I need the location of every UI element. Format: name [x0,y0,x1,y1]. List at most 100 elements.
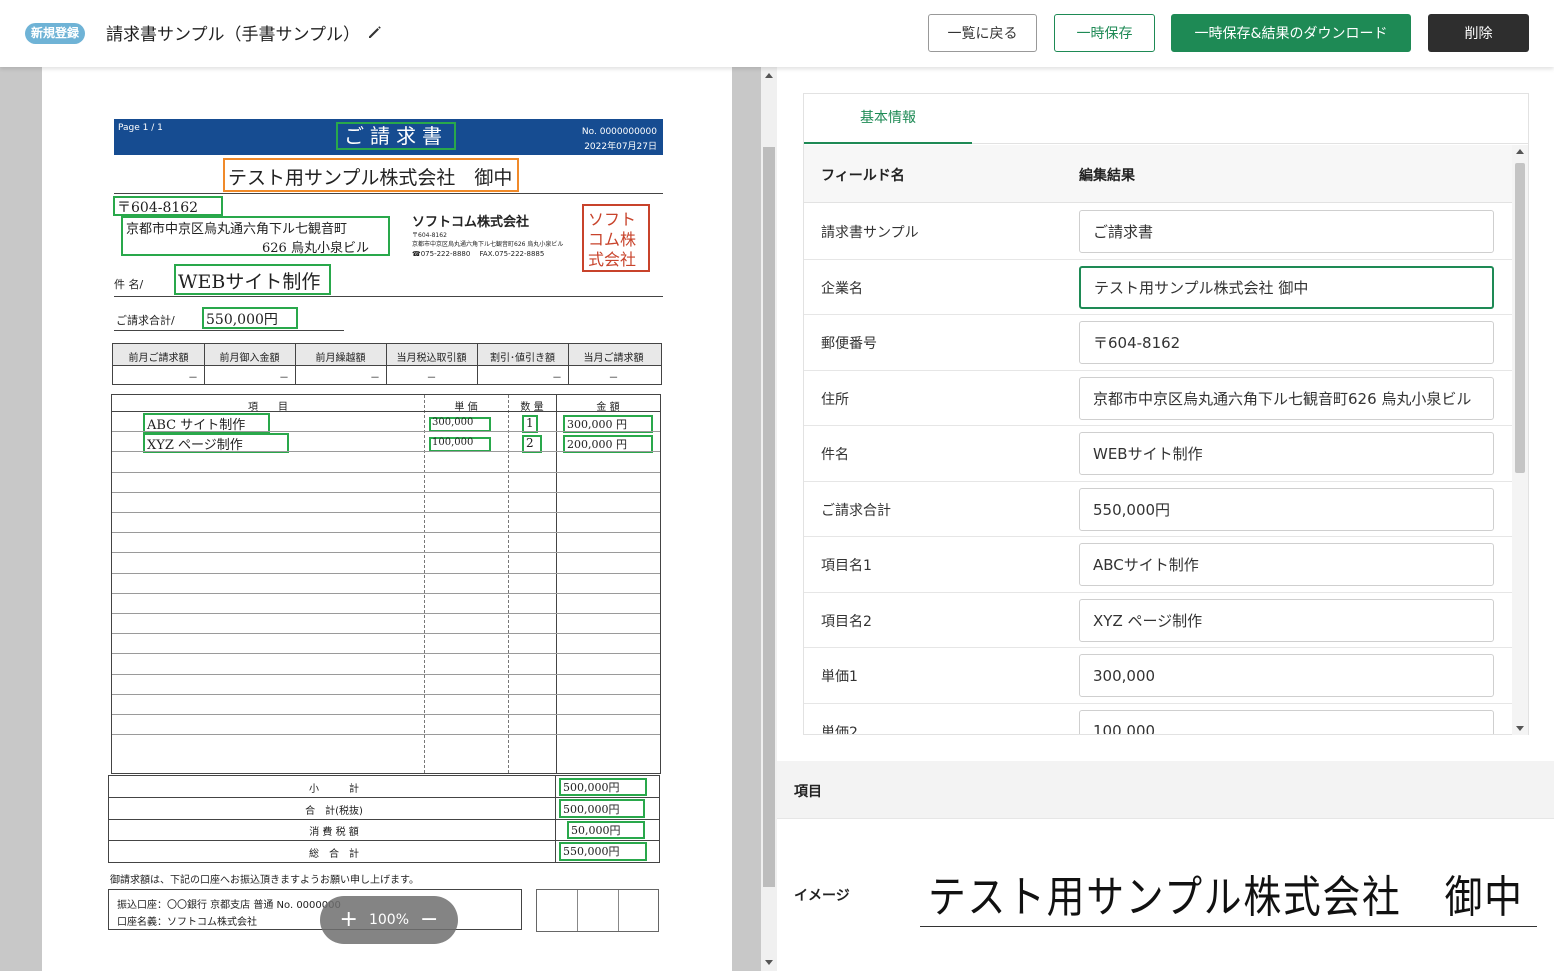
divider [114,330,344,331]
delete-button[interactable]: 削除 [1428,14,1529,52]
item2-qty-handwritten: 2 [526,436,534,450]
field-value-input[interactable] [1079,598,1494,642]
subtotal-label: 小 計 [309,784,359,795]
field-name-header: フィールド名 [821,168,905,184]
field-value-input[interactable] [1079,265,1494,309]
row-divider [112,532,660,534]
pencil-edit-icon[interactable] [367,24,383,40]
fields-card: 基本情報 フィールド名 編集結果 請求書サンプル 企業名 郵便番号 住所 件名 … [803,93,1529,735]
row-divider [112,693,660,695]
field-value-input[interactable] [1079,210,1494,253]
scrollbar-thumb[interactable] [763,147,775,887]
field-name: 件名 [821,447,849,463]
field-value-input[interactable] [1079,654,1494,697]
total-excl-tax-label: 合 計(税抜) [305,806,363,817]
row-divider [112,552,660,554]
field-value-input[interactable] [1079,487,1494,531]
back-to-list-button[interactable]: 一覧に戻る [928,14,1037,52]
grand-total-label: 総 合 計 [309,849,359,860]
field-value-input[interactable] [1079,543,1494,586]
summary-value-cell: － [370,373,380,384]
item2-name-handwritten: XYZ ページ制作 [147,438,243,453]
divider [114,193,663,194]
zoom-control: + 100% − [320,896,458,944]
tax-label: 消 費 税 額 [309,827,359,838]
row-divider [112,471,660,473]
viewer-scrollbar[interactable] [761,67,777,971]
issuer-name: ソフトコム株式会社 [412,215,530,230]
image-label: イメージ [794,888,850,904]
tax-handwritten: 50,000円 [571,824,621,837]
document-viewer[interactable]: Page 1 / 1 ご請求書 No. 0000000000 2022年07月2… [0,67,777,971]
issuer-postal: 〒604-8162 [412,232,447,239]
document-title: 請求書サンプル（手書サンプル） [106,25,360,45]
row-divider [109,819,659,820]
item2-amount-handwritten: 200,000 円 [567,438,627,451]
zoom-out-button[interactable]: − [420,909,438,931]
scroll-up-arrow-icon[interactable] [765,73,773,78]
scroll-down-arrow-icon[interactable] [765,960,773,965]
fields-scrollbar[interactable] [1512,145,1528,735]
tab-basic-info[interactable]: 基本情報 [804,94,972,144]
total-excl-tax-handwritten: 500,000円 [563,803,620,816]
row-divider [112,714,660,715]
scroll-down-arrow-icon[interactable] [1516,726,1524,731]
save-and-download-button[interactable]: 一時保存&結果のダウンロード [1171,14,1411,52]
cell-divider [386,344,387,384]
row-divider [112,653,660,655]
cell-divider [477,344,478,384]
row-divider [112,512,660,513]
temporary-save-button[interactable]: 一時保存 [1054,14,1155,52]
field-name: 郵便番号 [821,336,877,352]
field-name: 項目名1 [821,558,872,574]
field-name: 単価1 [821,669,858,685]
cell-divider [295,344,296,384]
field-name: 企業名 [821,280,863,297]
scroll-up-arrow-icon[interactable] [1516,149,1524,154]
seal-lettering: ソフトコム株式会社 [588,210,637,269]
item1-qty-handwritten: 1 [526,416,534,430]
crop-text-right: 御中 [1444,872,1524,923]
row-divider [112,572,660,574]
subject-label: 件 名/ [114,278,144,291]
item2-price-handwritten: 100,000 [432,437,474,448]
item1-price-handwritten: 300,000 [432,417,474,428]
summary-header-cell: 当月ご請求額 [583,353,644,364]
scrollbar-thumb[interactable] [1515,163,1525,473]
address-line2-handwritten: 626 烏丸小泉ビル [262,241,369,256]
row-divider [112,633,660,635]
cell-divider [204,344,205,384]
table-row: ご請求合計 [804,482,1512,537]
grand-total-handwritten: 550,000円 [563,845,620,858]
row-divider [112,431,660,433]
issuer-address: 京都市中京区烏丸通六角下ル七観音町626 烏丸小泉ビル [412,241,564,248]
invoice-title: ご請求書 [336,122,456,150]
invoice-number: No. 0000000000 [581,127,657,137]
field-name: 住所 [821,391,849,408]
item-section-header: 項目 [777,761,1554,819]
field-value-input[interactable] [1079,321,1494,364]
page-indicator: Page 1 / 1 [118,123,163,133]
postal-handwritten: 〒604-8162 [117,200,199,216]
invoice-number-date: No. 0000000000 2022年07月27日 [582,125,657,155]
crop-text-left: テスト用サンプル株式会社 [928,872,1402,923]
zoom-in-button[interactable]: + [340,909,358,931]
cell-divider [618,890,619,931]
field-value-input[interactable] [1079,376,1494,420]
summary-header-cell: 割引･値引き額 [490,353,555,364]
items-table: 項 目 単 価 数 量 金 額 ABC サイト制作 300,000 1 300,… [111,394,661,774]
fields-table-header: フィールド名 編集結果 [804,145,1512,203]
table-row: 単価1 [804,648,1512,704]
item1-name-handwritten: ABC サイト制作 [147,418,246,433]
row-divider [112,592,660,594]
field-value-input[interactable] [1079,709,1494,734]
row-divider [112,673,660,675]
account-holder: 口座名義：ソフトコム株式会社 [117,917,257,928]
field-value-input[interactable] [1079,432,1494,475]
row-divider [112,451,660,453]
row-divider [112,734,660,736]
field-name: 請求書サンプル [821,225,919,241]
field-name: ご請求合計 [821,502,891,519]
summary-header-cell: 当月税込取引額 [396,353,467,364]
summary-value-cell: － [608,373,619,384]
